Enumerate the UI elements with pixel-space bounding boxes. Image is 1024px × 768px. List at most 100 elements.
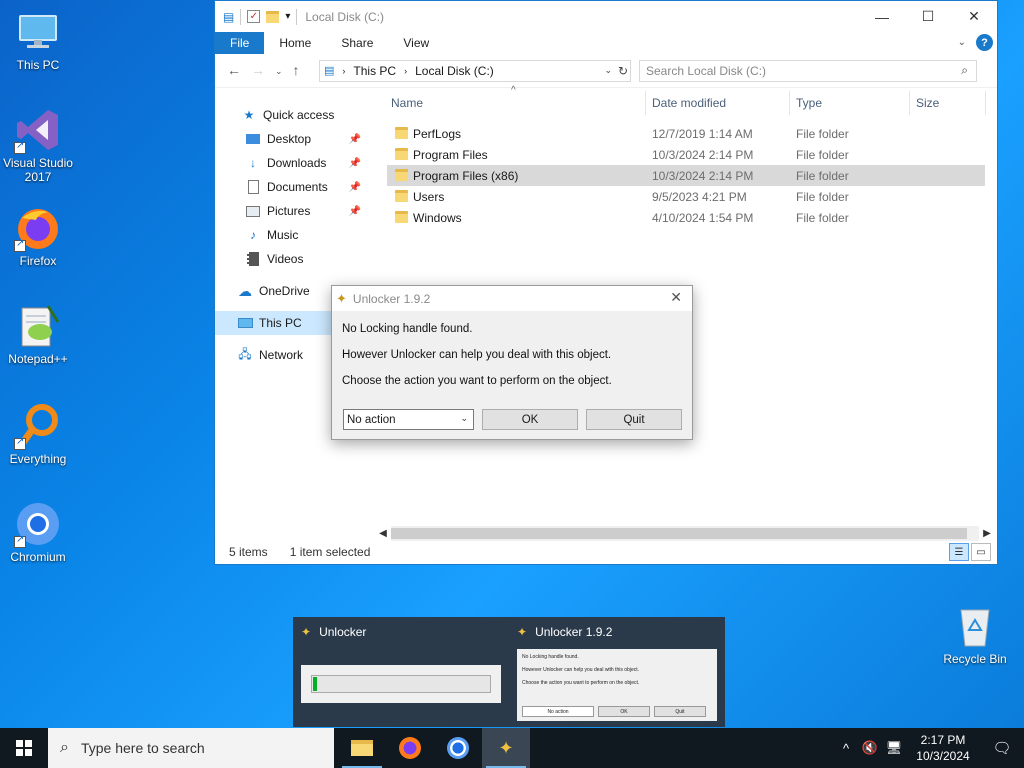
status-bar: 5 items 1 item selected ☰ ▭ bbox=[215, 540, 997, 564]
taskbar-chromium[interactable] bbox=[434, 728, 482, 768]
table-row[interactable]: Users 9/5/2023 4:21 PM File folder bbox=[387, 186, 985, 207]
file-explorer-window: ▤ ✓ ▾ Local Disk (C:) — ☐ ✕ File Home Sh… bbox=[214, 0, 998, 565]
tab-file[interactable]: File bbox=[215, 32, 265, 54]
taskbar-file-explorer[interactable] bbox=[338, 728, 386, 768]
scroll-thumb[interactable] bbox=[391, 528, 968, 539]
taskbar-search[interactable]: ⌕ Type here to search bbox=[48, 728, 334, 768]
dialog-close-icon[interactable]: ✕ bbox=[670, 289, 682, 306]
desktop-icon-everything[interactable]: Everything bbox=[0, 402, 76, 466]
tab-share[interactable]: Share bbox=[326, 32, 388, 54]
ribbon-tabs: File Home Share View ⌄ ? bbox=[215, 32, 997, 54]
new-folder-icon[interactable] bbox=[266, 10, 280, 23]
desktop-icon-chromium[interactable]: Chromium bbox=[0, 500, 76, 564]
refresh-icon[interactable]: ↻ bbox=[618, 64, 628, 78]
desktop-icon-firefox[interactable]: Firefox bbox=[0, 204, 76, 268]
nav-item-desktop[interactable]: Desktop 📌 bbox=[215, 127, 375, 151]
taskbar-unlocker[interactable]: ✦ bbox=[482, 728, 530, 768]
breadcrumb-this-pc[interactable]: This PC bbox=[353, 64, 396, 78]
shortcut-arrow-icon bbox=[14, 436, 26, 450]
file-type: File folder bbox=[796, 169, 849, 183]
pin-icon[interactable]: 📌 bbox=[349, 206, 361, 217]
tab-view[interactable]: View bbox=[388, 32, 444, 54]
details-view-icon[interactable]: ☰ bbox=[949, 543, 969, 561]
column-header-name[interactable]: Name bbox=[391, 96, 423, 110]
table-row[interactable]: PerfLogs 12/7/2019 1:14 AM File folder bbox=[387, 123, 985, 144]
desktop-icon-recycle-bin[interactable]: Recycle Bin bbox=[936, 602, 1014, 666]
address-toolbar: ← → ⌄ ↑ ▤ › This PC › Local Disk (C:) ⌄ … bbox=[215, 54, 997, 88]
maximize-button[interactable]: ☐ bbox=[905, 1, 951, 32]
clock-date: 10/3/2024 bbox=[916, 749, 970, 763]
desktop-icon-this-pc[interactable]: This PC bbox=[0, 8, 76, 72]
file-type: File folder bbox=[796, 211, 849, 225]
preview-thumbnail: No Locking handle found. However Unlocke… bbox=[517, 649, 717, 721]
address-dropdown-chevron-icon[interactable]: ⌄ bbox=[604, 65, 612, 76]
preview-card-unlocker[interactable]: ✦ Unlocker bbox=[293, 617, 509, 727]
help-button[interactable]: ? bbox=[976, 34, 993, 51]
preview-select: No action bbox=[522, 706, 594, 717]
nav-item-videos[interactable]: Videos bbox=[215, 247, 375, 271]
forward-arrow-icon[interactable]: → bbox=[251, 62, 265, 80]
everything-search-icon bbox=[14, 402, 62, 450]
file-date: 12/7/2019 1:14 AM bbox=[652, 127, 753, 141]
nav-item-music[interactable]: ♪ Music bbox=[215, 223, 375, 247]
minimize-button[interactable]: — bbox=[859, 1, 905, 32]
pin-icon[interactable]: 📌 bbox=[349, 158, 361, 169]
recent-locations-chevron-icon[interactable]: ⌄ bbox=[275, 62, 283, 80]
action-select-value: No action bbox=[347, 413, 396, 426]
preview-thumbnail bbox=[301, 665, 501, 703]
clock[interactable]: 2:17 PM 10/3/2024 bbox=[906, 732, 980, 764]
table-row[interactable]: Windows 4/10/2024 1:54 PM File folder bbox=[387, 207, 985, 228]
nav-item-documents[interactable]: Documents 📌 bbox=[215, 175, 375, 199]
quit-button[interactable]: Quit bbox=[586, 409, 682, 430]
star-icon: ★ bbox=[243, 108, 255, 122]
show-hidden-icons-chevron-icon[interactable]: ^ bbox=[834, 741, 858, 756]
desktop-icon-visual-studio[interactable]: Visual Studio 2017 bbox=[0, 106, 76, 184]
customize-toolbar-icon[interactable]: ▾ bbox=[285, 11, 290, 22]
picture-icon bbox=[245, 203, 261, 219]
back-arrow-icon[interactable]: ← bbox=[227, 62, 241, 80]
desktop-folder-icon bbox=[245, 131, 261, 147]
column-divider[interactable] bbox=[645, 91, 646, 115]
table-row[interactable]: Program Files 10/3/2024 2:14 PM File fol… bbox=[387, 144, 985, 165]
up-arrow-icon[interactable]: ↑ bbox=[293, 62, 300, 80]
taskbar-search-input[interactable]: Type here to search bbox=[81, 740, 205, 756]
file-list: ^ Name Date modified Type Size PerfLogs … bbox=[387, 85, 987, 228]
column-divider[interactable] bbox=[789, 91, 790, 115]
search-input[interactable]: Search Local Disk (C:) bbox=[646, 64, 766, 78]
taskbar-firefox[interactable] bbox=[386, 728, 434, 768]
desktop-icon-notepad-plus-plus[interactable]: Notepad++ bbox=[0, 302, 76, 366]
volume-muted-icon[interactable]: 🔇 bbox=[858, 740, 882, 756]
start-button[interactable] bbox=[0, 728, 48, 768]
scroll-left-arrow-icon[interactable]: ◀ bbox=[375, 528, 391, 539]
network-icon[interactable]: 🖥 bbox=[882, 740, 906, 756]
column-divider[interactable] bbox=[985, 91, 986, 115]
column-divider[interactable] bbox=[909, 91, 910, 115]
address-bar[interactable]: ▤ › This PC › Local Disk (C:) ⌄ ↻ bbox=[319, 59, 631, 82]
close-button[interactable]: ✕ bbox=[951, 1, 997, 32]
column-header-size[interactable]: Size bbox=[916, 96, 939, 110]
action-center-icon[interactable]: 🗨 bbox=[980, 739, 1024, 757]
pin-icon[interactable]: 📌 bbox=[349, 134, 361, 145]
table-row[interactable]: Program Files (x86) 10/3/2024 2:14 PM Fi… bbox=[387, 165, 985, 186]
properties-check-icon[interactable]: ✓ bbox=[247, 10, 261, 23]
column-header-type[interactable]: Type bbox=[796, 96, 822, 110]
tab-home[interactable]: Home bbox=[264, 32, 326, 54]
nav-item-downloads[interactable]: ↓ Downloads 📌 bbox=[215, 151, 375, 175]
desktop-icon-label: Notepad++ bbox=[8, 352, 68, 366]
file-type: File folder bbox=[796, 190, 849, 204]
nav-item-quick-access[interactable]: ★ Quick access bbox=[215, 103, 375, 127]
pin-icon[interactable]: 📌 bbox=[349, 182, 361, 193]
preview-card-unlocker-dialog[interactable]: ✦ Unlocker 1.9.2 No Locking handle found… bbox=[509, 617, 725, 727]
scroll-track[interactable] bbox=[391, 526, 979, 541]
dialog-controls: No action ⌄ OK Quit bbox=[343, 409, 682, 430]
large-icons-view-icon[interactable]: ▭ bbox=[971, 543, 991, 561]
ok-button[interactable]: OK bbox=[482, 409, 578, 430]
nav-item-pictures[interactable]: Pictures 📌 bbox=[215, 199, 375, 223]
search-box[interactable]: Search Local Disk (C:) ⌕ bbox=[639, 59, 977, 82]
column-header-date[interactable]: Date modified bbox=[652, 96, 726, 110]
scroll-right-arrow-icon[interactable]: ▶ bbox=[979, 528, 995, 539]
file-explorer-icon bbox=[351, 740, 373, 756]
breadcrumb-local-disk[interactable]: Local Disk (C:) bbox=[415, 64, 494, 78]
action-select[interactable]: No action ⌄ bbox=[343, 409, 474, 430]
expand-ribbon-chevron-icon[interactable]: ⌄ bbox=[958, 37, 966, 48]
